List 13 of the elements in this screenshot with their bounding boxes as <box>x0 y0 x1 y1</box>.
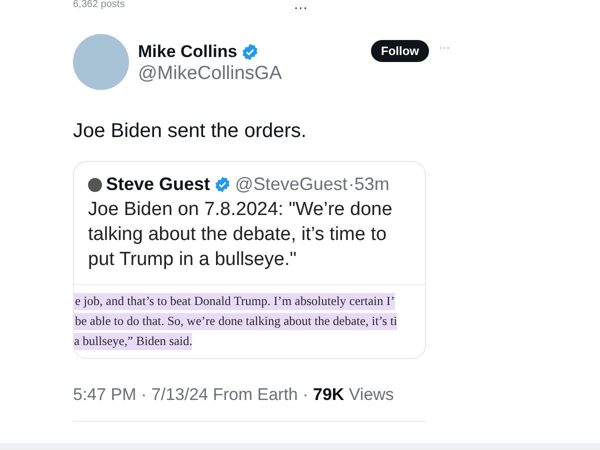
quote-avatar-icon <box>88 178 102 192</box>
post-count: 6,362 posts <box>73 0 125 10</box>
quote-author-handle: @SteveGuest <box>235 174 348 195</box>
author-name[interactable]: Mike Collins <box>138 42 238 62</box>
quote-time: ·53m <box>348 174 390 195</box>
post-meta: 5:47 PM · 7/13/24 From Earth · 79K Views <box>73 385 395 405</box>
quote-text: Joe Biden on 7.8.2024: "We’re done talking about the debate, it’s time to put Trump in a bullseye." <box>87 198 394 272</box>
more-menu[interactable]: ··· <box>294 1 308 13</box>
follow-button[interactable]: Follow <box>371 40 429 62</box>
author-handle[interactable]: @MikeCollinsGA <box>138 63 282 85</box>
post-text: Joe Biden sent the orders. <box>73 120 308 143</box>
quoted-post-card[interactable] <box>73 161 426 359</box>
quote-author-name: Steve Guest <box>106 174 210 195</box>
